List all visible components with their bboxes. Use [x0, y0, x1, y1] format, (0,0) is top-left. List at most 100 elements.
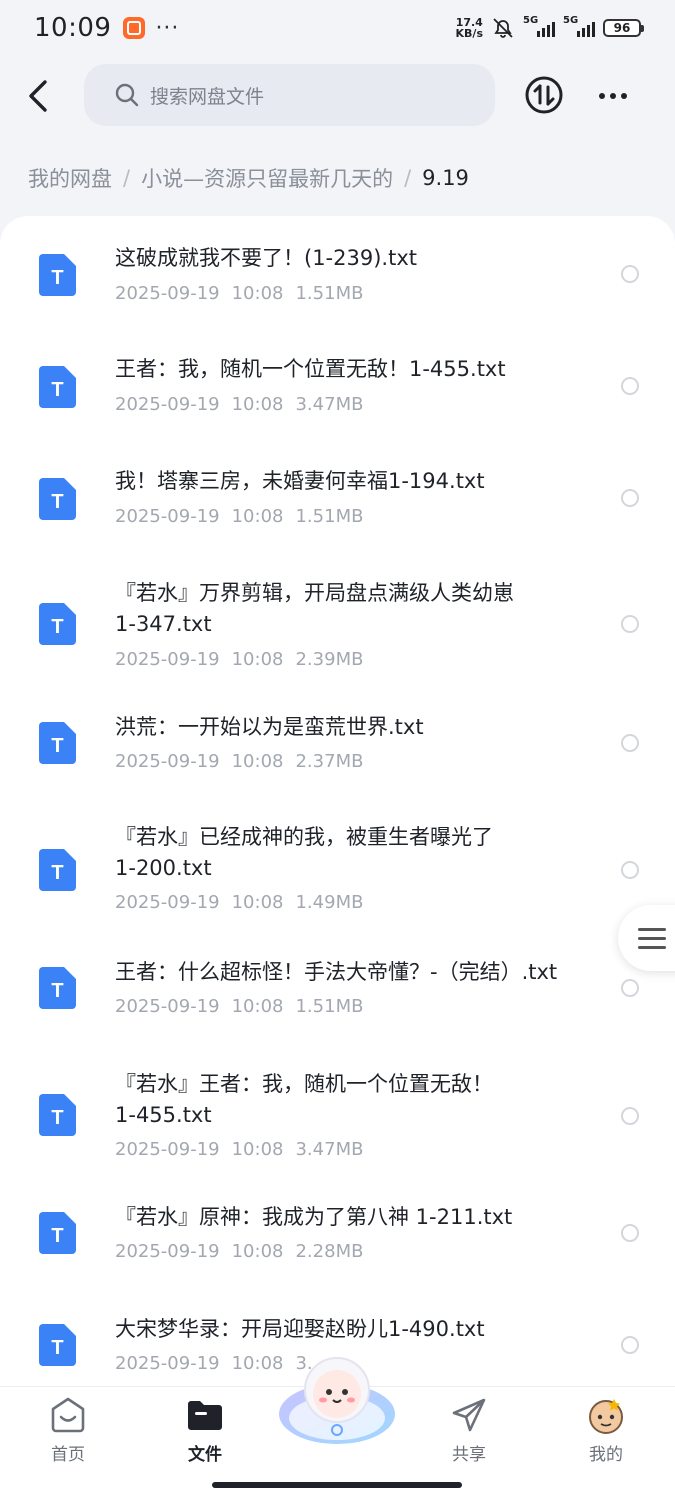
more-dot-icon [621, 93, 627, 99]
text-file-icon: T [39, 478, 76, 520]
file-time: 10:08 [231, 506, 284, 527]
text-file-icon: T [39, 849, 76, 891]
nav-mine[interactable]: 我的 [561, 1395, 651, 1465]
folder-icon [188, 1401, 222, 1430]
file-row[interactable]: T 『若水』万界剪辑，开局盘点满级人类幼崽 1-347.txt 2025-09-… [0, 552, 675, 692]
menu-line-icon [638, 927, 666, 931]
more-options-button[interactable] [594, 78, 632, 114]
more-notifications-icon: ··· [155, 15, 180, 41]
nav-home[interactable]: 首页 [23, 1395, 113, 1465]
file-row[interactable]: T 王者：什么超标怪！手法大帝懂？-（完结）.txt 2025-09-19 10:… [0, 939, 675, 1044]
file-name: 『若水』王者：我，随机一个位置无敌！ 1-455.txt [115, 1069, 595, 1131]
file-row[interactable]: T 王者：我，随机一个位置无敌！1-455.txt 2025-09-19 10:0… [0, 328, 675, 440]
sort-menu-handle[interactable] [618, 905, 675, 971]
network-speed: 17.4 KB/s [455, 16, 483, 40]
share-send-icon [452, 1398, 486, 1432]
svg-text:T: T [51, 862, 63, 884]
text-file-icon: T [39, 366, 76, 408]
text-file-icon: T [39, 1212, 76, 1254]
select-checkbox[interactable] [621, 734, 639, 752]
more-dot-icon [610, 93, 616, 99]
text-file-icon: T [39, 603, 76, 645]
file-size: 2.28MB [295, 1241, 364, 1262]
search-input[interactable]: 搜索网盘文件 [84, 64, 495, 126]
menu-line-icon [638, 936, 666, 940]
menu-line-icon [638, 945, 666, 949]
svg-text:T: T [51, 1225, 63, 1247]
file-name: 『若水』原神：我成为了第八神 1-211.txt [115, 1205, 513, 1229]
select-checkbox[interactable] [621, 1224, 639, 1242]
home-icon [51, 1397, 85, 1433]
file-row[interactable]: T 『若水』原神：我成为了第八神 1-211.txt 2025-09-19 10:… [0, 1188, 675, 1300]
select-checkbox[interactable] [621, 489, 639, 507]
select-checkbox[interactable] [621, 377, 639, 395]
status-time: 10:09 [34, 13, 112, 43]
select-checkbox[interactable] [621, 265, 639, 283]
svg-text:T: T [51, 980, 63, 1002]
file-size: 1.49MB [295, 892, 364, 913]
file-name: 大宋梦华录：开局迎娶赵盼儿1-490.txt [115, 1317, 485, 1341]
file-meta: 2025-09-19 10:08 1.51MB [115, 996, 375, 1017]
file-time: 10:08 [231, 892, 284, 913]
svg-text:T: T [51, 379, 63, 401]
select-checkbox[interactable] [621, 615, 639, 633]
file-name: 洪荒：一开始以为是蛮荒世界.txt [115, 715, 424, 739]
nav-label-home: 首页 [51, 1445, 85, 1465]
text-file-icon: T [39, 1324, 76, 1366]
nav-files[interactable]: 文件 [160, 1395, 250, 1465]
nav-label-share: 共享 [452, 1445, 486, 1465]
file-time: 10:08 [231, 1241, 284, 1262]
breadcrumb-current: 9.19 [422, 166, 469, 190]
select-checkbox[interactable] [621, 979, 639, 997]
file-row[interactable]: T 洪荒：一开始以为是蛮荒世界.txt 2025-09-19 10:08 2.37M… [0, 692, 675, 795]
svg-text:T: T [51, 735, 63, 757]
file-date: 2025-09-19 [115, 394, 220, 415]
battery-icon: 96 [603, 19, 644, 37]
svg-text:T: T [51, 1337, 63, 1359]
back-button[interactable] [18, 76, 58, 116]
select-checkbox[interactable] [621, 1336, 639, 1354]
transfer-list-button[interactable] [524, 75, 564, 115]
file-size: 1.51MB [295, 506, 364, 527]
signal-1-icon: 5G [523, 15, 555, 37]
file-name: 『若水』已经成神的我，被重生者曝光了 1-200.txt [115, 822, 595, 884]
file-name: 『若水』万界剪辑，开局盘点满级人类幼崽 1-347.txt [115, 578, 595, 640]
file-size: 1.51MB [295, 283, 364, 304]
file-row[interactable]: T 我！塔寨三房，未婚妻何幸福1-194.txt 2025-09-19 10:08… [0, 440, 675, 552]
file-row[interactable]: T 『若水』王者：我，随机一个位置无敌！ 1-455.txt 2025-09-1… [0, 1044, 675, 1188]
text-file-icon: T [39, 722, 76, 764]
file-name-line2: 1-347.txt [115, 612, 212, 636]
breadcrumb-root[interactable]: 我的网盘 [28, 163, 112, 193]
file-meta: 2025-09-19 10:08 3.47MB [115, 394, 375, 415]
mascot-assistant-button[interactable] [276, 1352, 398, 1448]
chevron-left-icon [29, 80, 47, 112]
file-row[interactable]: T 『若水』已经成神的我，被重生者曝光了 1-200.txt 2025-09-1… [0, 795, 675, 939]
file-name-line2: 1-455.txt [115, 1103, 212, 1127]
file-time: 10:08 [231, 751, 284, 772]
file-size: 2.37MB [295, 751, 364, 772]
file-name: 我！塔寨三房，未婚妻何幸福1-194.txt [115, 469, 485, 493]
file-time: 10:08 [231, 996, 284, 1017]
select-checkbox[interactable] [621, 1107, 639, 1125]
file-meta: 2025-09-19 10:08 1.49MB [115, 892, 375, 913]
file-name: 这破成就我不要了！(1-239).txt [115, 246, 417, 270]
nav-share[interactable]: 共享 [424, 1395, 514, 1465]
more-dot-icon [599, 93, 605, 99]
select-checkbox[interactable] [621, 861, 639, 879]
file-size: 3.47MB [295, 394, 364, 415]
svg-text:T: T [51, 1107, 63, 1129]
breadcrumb-separator: / [123, 166, 131, 190]
search-placeholder: 搜索网盘文件 [150, 85, 265, 108]
file-row[interactable]: T 这破成就我不要了！(1-239).txt 2025-09-19 10:08 1.… [0, 216, 675, 328]
file-date: 2025-09-19 [115, 892, 220, 913]
file-name: 王者：我，随机一个位置无敌！1-455.txt [115, 357, 506, 381]
svg-text:T: T [51, 616, 63, 638]
breadcrumb-folder[interactable]: 小说—资源只留最新几天的 [141, 163, 393, 193]
mute-bell-icon [493, 18, 513, 38]
file-time: 10:08 [231, 1139, 284, 1160]
file-time: 10:08 [231, 283, 284, 304]
svg-text:T: T [51, 491, 63, 513]
transfer-icon [525, 76, 563, 114]
file-meta: 2025-09-19 10:08 1.51MB [115, 283, 375, 304]
file-date: 2025-09-19 [115, 506, 220, 527]
